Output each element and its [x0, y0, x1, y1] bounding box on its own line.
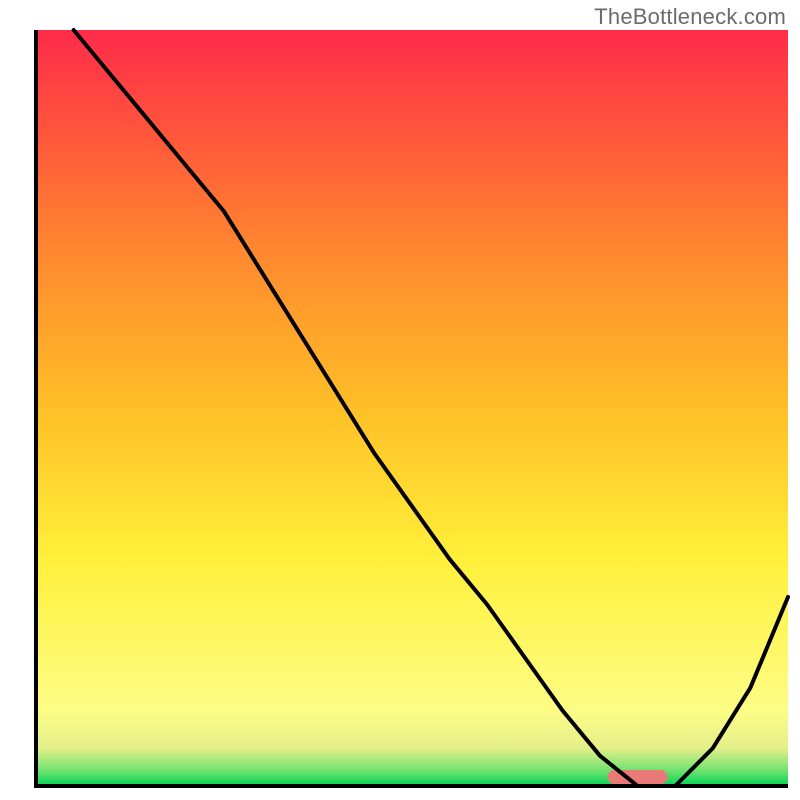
watermark-text: TheBottleneck.com — [594, 4, 786, 30]
chart-container: TheBottleneck.com — [0, 0, 800, 800]
gradient-background — [36, 30, 788, 786]
bottleneck-chart — [0, 0, 800, 800]
optimal-range-marker — [608, 770, 668, 784]
